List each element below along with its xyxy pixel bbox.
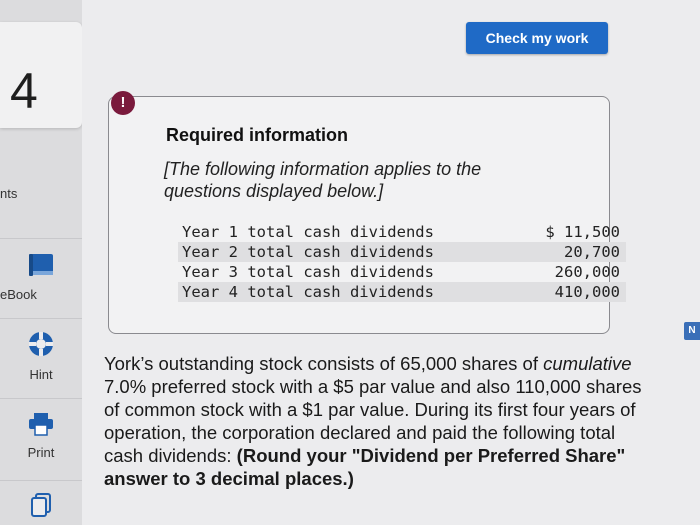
- info-title: Required information: [166, 125, 349, 145]
- table-row: Year 2 total cash dividends 20,700: [178, 242, 626, 262]
- hint-label: Hint: [29, 367, 53, 382]
- row-value: 260,000: [554, 263, 620, 281]
- ebook-label: eBook: [0, 287, 37, 302]
- copy-icon: [0, 492, 82, 523]
- row-value: 410,000: [554, 283, 620, 301]
- sidebar-divider: [0, 480, 82, 481]
- check-my-work-button[interactable]: Check my work: [466, 22, 608, 54]
- dividends-table: Year 1 total cash dividends $ 11,500 Yea…: [178, 222, 626, 302]
- row-value: $ 11,500: [545, 223, 620, 241]
- alert-icon: !: [111, 91, 135, 115]
- print-button[interactable]: Print: [0, 412, 82, 460]
- question-text: York’s outstanding stock consists of 65,…: [104, 352, 644, 490]
- row-label: Year 2 total cash dividends: [182, 243, 434, 261]
- question-number: 4: [10, 63, 38, 119]
- info-note: [The following information applies to th…: [164, 159, 482, 201]
- book-icon: [0, 252, 82, 283]
- question-part1: York’s outstanding stock consists of 65,…: [104, 353, 544, 374]
- sidebar-divider: [0, 318, 82, 319]
- row-label: Year 4 total cash dividends: [182, 283, 434, 301]
- print-label: Print: [27, 445, 55, 460]
- side-tab[interactable]: N: [684, 322, 700, 340]
- lifebuoy-icon: [0, 330, 82, 363]
- sidebar-divider: [0, 238, 82, 239]
- left-sidebar: 4 nts eBook Hint Print: [0, 0, 82, 525]
- points-label: nts: [0, 186, 18, 201]
- table-row: Year 4 total cash dividends 410,000: [178, 282, 626, 302]
- question-number-card[interactable]: 4: [0, 22, 82, 128]
- table-row: Year 1 total cash dividends $ 11,500: [178, 222, 626, 242]
- row-label: Year 1 total cash dividends: [182, 223, 434, 241]
- ebook-button[interactable]: eBook: [0, 252, 82, 302]
- question-italic: cumulative: [543, 353, 632, 374]
- printer-icon: [0, 412, 82, 441]
- row-label: Year 3 total cash dividends: [182, 263, 434, 281]
- sidebar-divider: [0, 398, 82, 399]
- row-value: 20,700: [564, 243, 620, 261]
- references-button[interactable]: [0, 492, 82, 523]
- hint-button[interactable]: Hint: [0, 330, 82, 382]
- table-row: Year 3 total cash dividends 260,000: [178, 262, 626, 282]
